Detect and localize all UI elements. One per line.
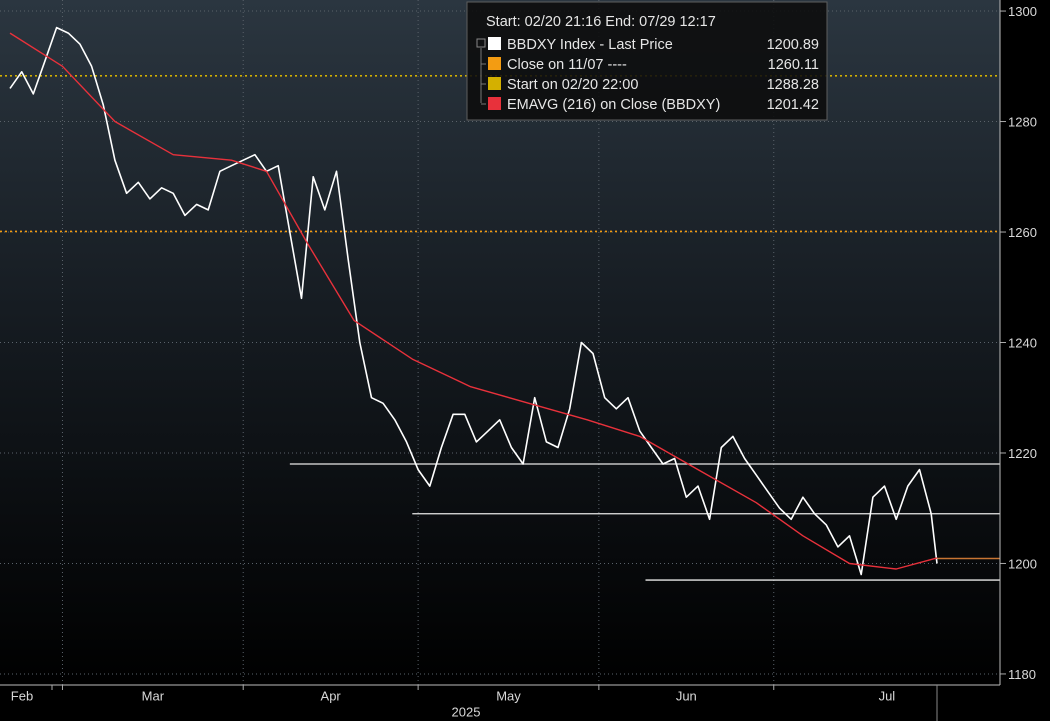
x-tick-label: Jul: [879, 688, 896, 703]
y-tick-label: 1240: [1008, 336, 1037, 351]
x-tick-label: May: [496, 688, 521, 703]
price-chart: 1180 1200 1220 1240 1260 1280 1300 Feb Mar Apr May…: [0, 0, 1037, 721]
legend-label: Start on 02/20 22:00: [507, 77, 638, 93]
x-tick-label: Mar: [142, 688, 165, 703]
y-tick-label: 1300: [1008, 4, 1037, 19]
legend-value: 1260.11: [768, 57, 819, 73]
x-tick-label: Apr: [321, 688, 342, 703]
legend-value: 1201.42: [767, 97, 819, 113]
legend-header: Start: 02/20 21:16 End: 07/29 12:17: [486, 14, 716, 30]
legend-swatch: [488, 97, 501, 110]
legend-swatch: [488, 77, 501, 90]
y-tick-label: 1280: [1008, 115, 1037, 130]
legend-value: 1200.89: [767, 37, 819, 53]
legend-label: Close on 11/07 ----: [507, 57, 627, 73]
y-tick-label: 1200: [1008, 556, 1037, 571]
x-tick-label: Jun: [676, 688, 697, 703]
legend-swatch: [488, 37, 501, 50]
x-tick-label: Feb: [11, 688, 33, 703]
legend-swatch: [488, 57, 501, 70]
x-year-label: 2025: [452, 704, 481, 719]
legend-label: EMAVG (216) on Close (BBDXY): [507, 97, 720, 113]
y-tick-label: 1220: [1008, 446, 1037, 461]
legend-label: BBDXY Index - Last Price: [507, 37, 673, 53]
y-tick-label: 1260: [1008, 225, 1037, 240]
legend-value: 1288.28: [767, 77, 819, 93]
y-tick-label: 1180: [1008, 667, 1036, 682]
chart-root: 1180 1200 1220 1240 1260 1280 1300 Feb Mar Apr May…: [0, 0, 1050, 721]
